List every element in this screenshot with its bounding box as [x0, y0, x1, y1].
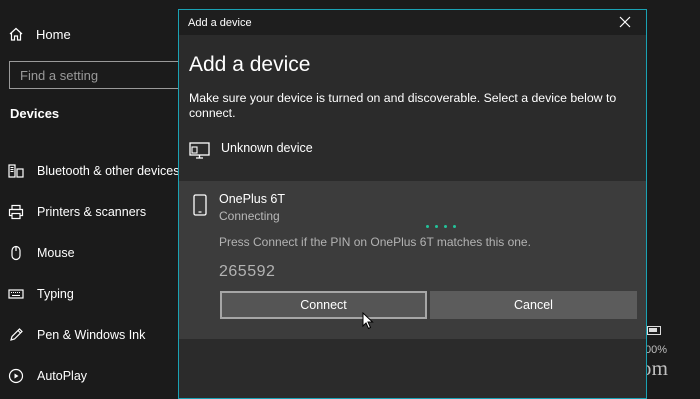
sidebar-item-label: Typing	[37, 286, 74, 301]
battery-icon	[647, 326, 661, 335]
home-nav-item[interactable]: Home	[8, 22, 71, 46]
cancel-button[interactable]: Cancel	[430, 291, 637, 319]
progress-dot	[435, 225, 438, 228]
close-icon[interactable]	[618, 15, 632, 29]
bluetooth-devices-icon	[8, 163, 24, 179]
unknown-device-item[interactable]: Unknown device	[189, 140, 313, 165]
sidebar-item-bluetooth[interactable]: Bluetooth & other devices	[0, 150, 180, 191]
pin-message: Press Connect if the PIN on OnePlus 6T m…	[219, 235, 531, 249]
sidebar-item-autoplay[interactable]: AutoPlay	[0, 355, 178, 396]
dialog-heading: Add a device	[189, 53, 311, 76]
window-title: Add a device	[188, 16, 252, 29]
sidebar-item-label: Printers & scanners	[37, 204, 147, 219]
device-name: OnePlus 6T	[219, 192, 286, 206]
keyboard-icon	[8, 286, 24, 302]
sidebar-nav: Bluetooth & other devices Printers & sca…	[0, 150, 180, 396]
unknown-device-label: Unknown device	[221, 141, 313, 155]
pin-code: 265592	[219, 263, 276, 280]
search-placeholder: Find a setting	[20, 67, 99, 83]
add-device-dialog: Add a device Add a device Make sure your…	[178, 9, 647, 399]
printer-icon	[8, 204, 24, 220]
connecting-progress-dots	[426, 225, 456, 228]
sidebar-item-label: Bluetooth & other devices	[37, 163, 180, 178]
battery-percent: 00%	[645, 344, 668, 356]
settings-sidebar: Home Find a setting Devices Bluetooth & …	[0, 0, 209, 399]
mouse-pointer-icon	[362, 311, 374, 335]
display-device-icon	[189, 140, 211, 165]
sidebar-item-label: Pen & Windows Ink	[37, 327, 146, 342]
dialog-titlebar: Add a device	[179, 10, 646, 35]
dialog-instructions: Make sure your device is turned on and d…	[189, 91, 617, 120]
sidebar-item-pen[interactable]: Pen & Windows Ink	[0, 314, 178, 355]
phone-icon	[193, 194, 207, 221]
sidebar-item-mouse[interactable]: Mouse	[0, 232, 178, 273]
progress-dot	[426, 225, 429, 228]
sidebar-item-printers[interactable]: Printers & scanners	[0, 191, 178, 232]
home-icon	[8, 26, 24, 42]
mouse-icon	[8, 245, 24, 261]
progress-dot	[453, 225, 456, 228]
sidebar-item-typing[interactable]: Typing	[0, 273, 178, 314]
home-label: Home	[36, 26, 71, 42]
sidebar-item-label: AutoPlay	[37, 368, 88, 383]
selected-device-panel[interactable]: OnePlus 6T Connecting Press Connect if t…	[179, 181, 646, 339]
pen-icon	[8, 327, 24, 343]
sidebar-item-label: Mouse	[37, 245, 75, 260]
progress-dot	[444, 225, 447, 228]
autoplay-icon	[8, 368, 24, 384]
device-status: Connecting	[219, 209, 280, 223]
connect-button[interactable]: Connect	[220, 291, 427, 319]
section-title: Devices	[10, 106, 60, 121]
